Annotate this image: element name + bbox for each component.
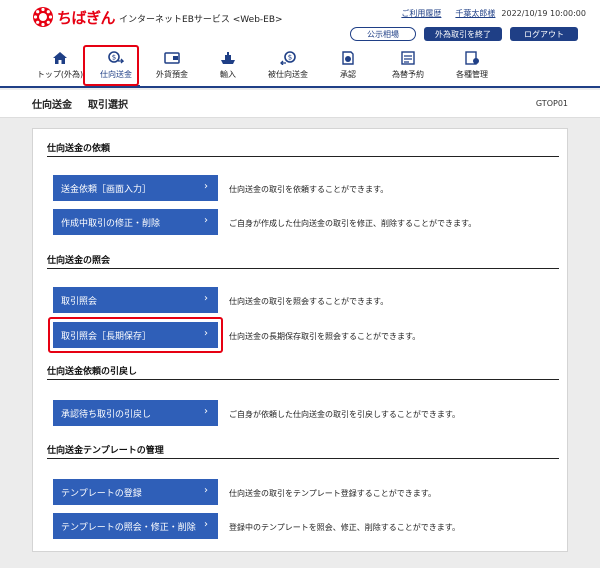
nav-label: 輸入 — [220, 70, 236, 79]
nav-label: 承認 — [340, 70, 356, 79]
top-buttons: 公示相場 外為取引を終了 ログアウト — [342, 27, 578, 41]
nav-label: 外貨預金 — [156, 70, 188, 79]
template-manage-button[interactable]: テンプレートの照会・修正・削除 › — [53, 513, 218, 539]
button-highlight-box — [48, 317, 223, 353]
logo: ちばぎん インターネットEBサービス <Web-EB> — [32, 6, 283, 28]
nav-label: 各種管理 — [456, 70, 488, 79]
remittance-request-button[interactable]: 送金依頼［画面入力］ › — [53, 175, 218, 201]
section-divider — [47, 379, 559, 380]
section-divider — [47, 458, 559, 459]
inbound-icon: $ — [280, 51, 296, 65]
fx-contract-icon — [401, 51, 415, 65]
content-panel: 仕向送金の依頼 送金依頼［画面入力］ › 仕向送金の取引を依頼することができます… — [32, 128, 568, 552]
public-rates-button[interactable]: 公示相場 — [350, 27, 416, 41]
section-title: 仕向送金テンプレートの管理 — [47, 446, 164, 456]
action-description: 仕向送金の取引をテンプレート登録することができます。 — [229, 489, 436, 498]
recall-pending-button[interactable]: 承認待ち取引の引戻し › — [53, 400, 218, 426]
nav-highlight-box — [83, 45, 139, 86]
logout-button[interactable]: ログアウト — [510, 27, 578, 41]
nav-fx-contract[interactable]: 為替予約 — [376, 46, 440, 86]
usage-history-link[interactable]: ご利用履歴 — [401, 8, 441, 19]
button-label: テンプレートの登録 — [61, 488, 142, 499]
chevron-right-icon: › — [204, 406, 208, 417]
action-description: 登録中のテンプレートを照会、修正、削除することができます。 — [229, 523, 460, 532]
page-title: 仕向送金 — [32, 100, 72, 111]
top-links: ご利用履歴 千葉太郎様 2022/10/19 10:00:00 — [391, 8, 586, 19]
button-label: テンプレートの照会・修正・削除 — [61, 522, 196, 533]
nav-label: トップ(外為) — [36, 70, 84, 79]
section-title: 仕向送金依頼の引戻し — [47, 367, 138, 377]
action-description: 仕向送金の取引を照会することができます。 — [229, 297, 389, 306]
screen-code: GTOP01 — [535, 99, 568, 108]
nav-approve[interactable]: 承認 — [320, 46, 376, 86]
chevron-right-icon: › — [204, 519, 208, 530]
edit-draft-button[interactable]: 作成中取引の修正・削除 › — [53, 209, 218, 235]
home-icon — [53, 52, 67, 64]
template-register-button[interactable]: テンプレートの登録 › — [53, 479, 218, 505]
button-label: 取引照会 — [61, 296, 98, 307]
nav-label: 為替予約 — [392, 70, 424, 79]
chevron-right-icon: › — [204, 485, 208, 496]
chevron-right-icon: › — [204, 215, 208, 226]
action-description: ご自身が依頼した仕向送金の取引を引戻しすることができます。 — [229, 410, 461, 419]
title-bar: 仕向送金 取引選択 GTOP01 — [0, 90, 600, 118]
nav-import[interactable]: 輸入 — [200, 46, 256, 86]
current-datetime: 2022/10/19 10:00:00 — [501, 9, 586, 18]
button-label: 送金依頼［画面入力］ — [61, 184, 152, 195]
service-name: インターネットEBサービス <Web-EB> — [119, 15, 283, 25]
end-fx-button[interactable]: 外為取引を終了 — [424, 27, 502, 41]
button-label: 承認待ち取引の引戻し — [61, 409, 152, 420]
brand-name: ちばぎん — [57, 8, 116, 27]
chevron-right-icon: › — [204, 181, 208, 192]
button-label: 作成中取引の修正・削除 — [61, 218, 161, 229]
section-title: 仕向送金の照会 — [47, 256, 111, 266]
svg-text:$: $ — [288, 54, 292, 62]
action-description: 仕向送金の取引を依頼することができます。 — [229, 185, 389, 194]
nav-top-fx[interactable]: トップ(外為) — [32, 46, 88, 86]
user-name-link[interactable]: 千葉太郎様 — [455, 8, 495, 19]
page-subtitle: 取引選択 — [88, 100, 128, 111]
import-icon — [221, 52, 235, 64]
section-divider — [47, 268, 559, 269]
action-description: ご自身が作成した仕向送金の取引を修正、削除することができます。 — [229, 219, 477, 228]
approve-icon — [342, 51, 354, 65]
chevron-right-icon: › — [204, 293, 208, 304]
section-title: 仕向送金の依頼 — [47, 144, 111, 154]
transaction-inquiry-button[interactable]: 取引照会 › — [53, 287, 218, 313]
action-description: 仕向送金の長期保存取引を照会することができます。 — [229, 332, 421, 341]
admin-icon — [465, 51, 479, 65]
bank-logo-icon — [33, 7, 53, 27]
nav-label: 被仕向送金 — [268, 70, 308, 79]
section-divider — [47, 156, 559, 157]
nav-fx-deposit[interactable]: 外貨預金 — [144, 46, 200, 86]
deposit-icon — [164, 52, 180, 64]
nav-inbound-remittance[interactable]: $ 被仕向送金 — [256, 46, 320, 86]
nav-admin[interactable]: 各種管理 — [440, 46, 504, 86]
header: ちばぎん インターネットEBサービス <Web-EB> ご利用履歴 千葉太郎様 … — [0, 0, 600, 88]
